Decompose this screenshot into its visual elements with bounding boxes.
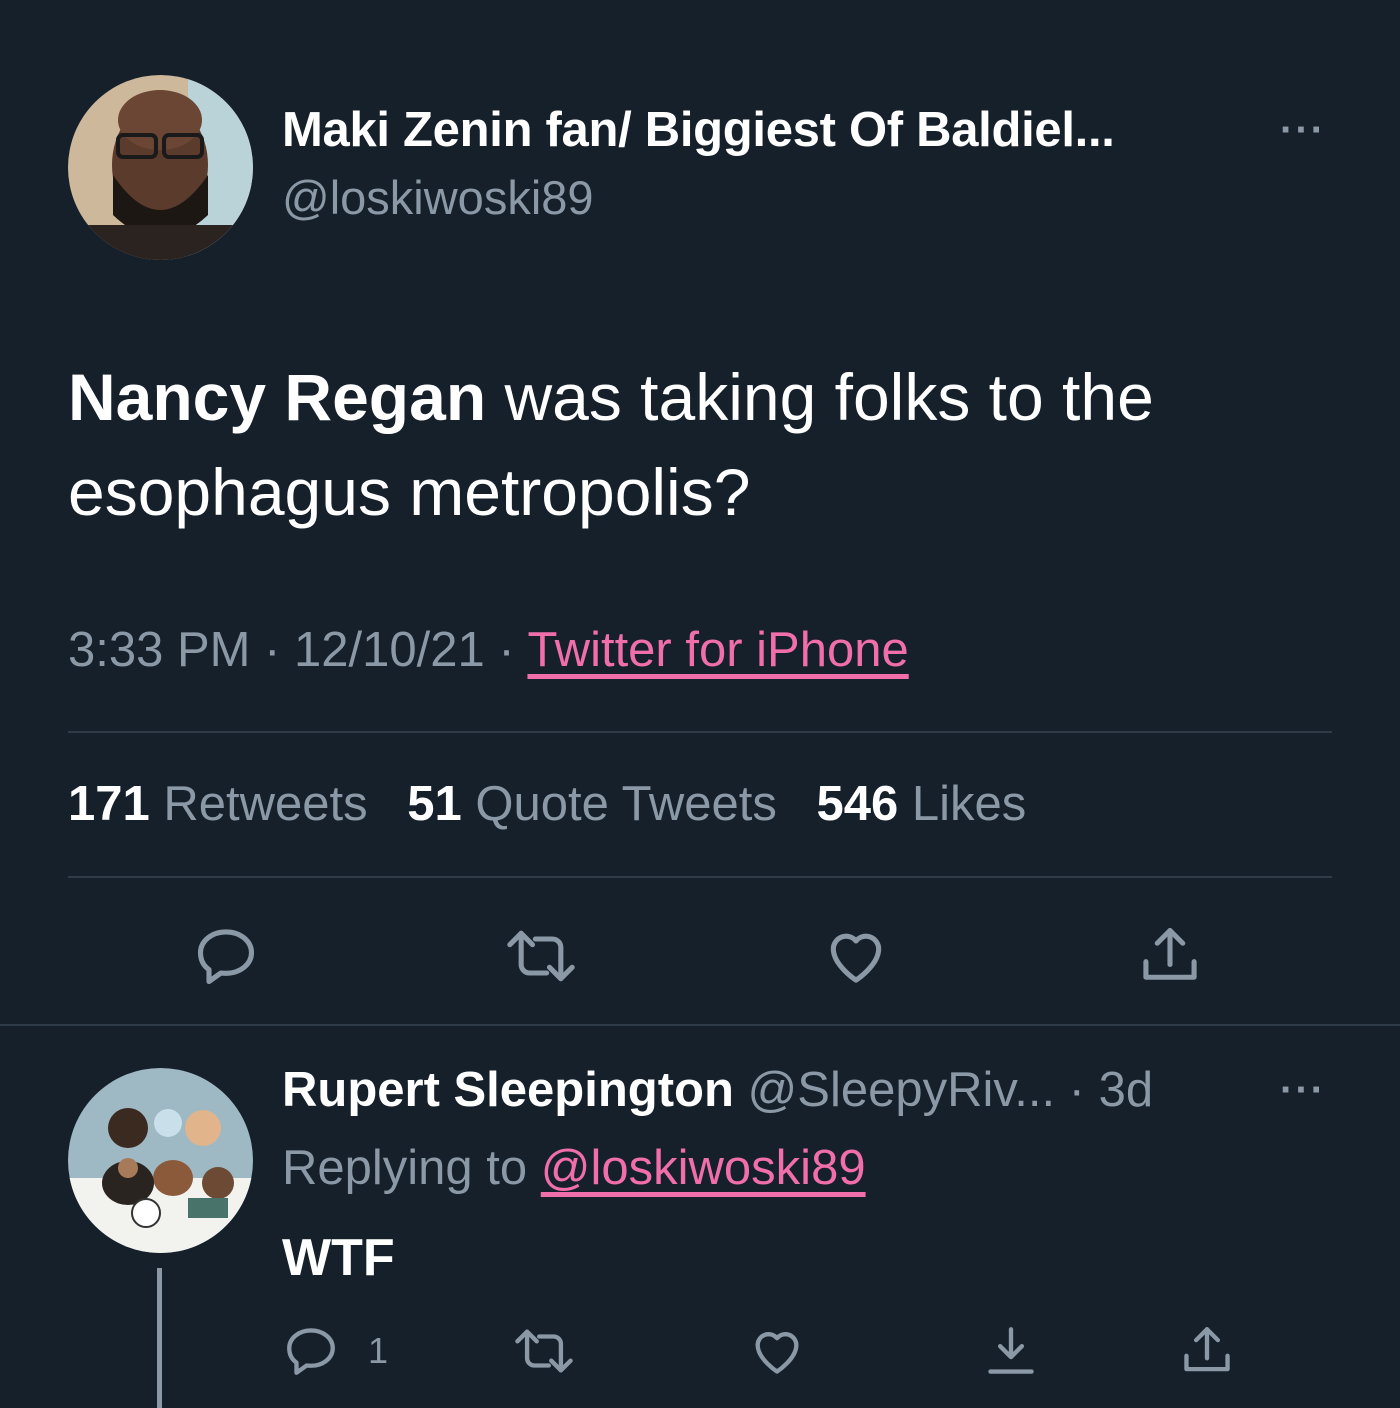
share-icon[interactable]: [1136, 922, 1204, 995]
reply-author-avatar[interactable]: [68, 1068, 253, 1253]
quote-tweets-stat[interactable]: 51 Quote Tweets: [407, 777, 777, 831]
divider: [68, 731, 1332, 733]
tweet-text-line2: esophagus metropolis?: [68, 455, 751, 529]
retweets-label: Retweets: [163, 777, 368, 831]
likes-count: 546: [816, 777, 899, 831]
tweet-text-line1: was taking folks to the: [486, 360, 1154, 434]
reply-author-name[interactable]: Rupert Sleepington: [282, 1063, 734, 1117]
download-icon[interactable]: [982, 1322, 1040, 1385]
likes-stat[interactable]: 546 Likes: [817, 777, 1027, 831]
meta-separator: ·: [1055, 1063, 1099, 1117]
more-icon[interactable]: ···: [1280, 1068, 1326, 1113]
tweet-text: Nancy Regan was taking folks to the esoph…: [68, 350, 1338, 540]
quote-tweets-label: Quote Tweets: [475, 777, 777, 831]
tweet-source-link[interactable]: Twitter for iPhone: [527, 623, 908, 677]
tweet-time[interactable]: 3:33 PM: [68, 623, 250, 677]
like-icon[interactable]: [748, 1322, 806, 1385]
tweet-date[interactable]: 12/10/21: [294, 623, 485, 677]
quote-tweets-count: 51: [407, 777, 462, 831]
tweet-metadata: 3:33 PM · 12/10/21 · Twitter for iPhone: [68, 622, 909, 678]
tweet-stats: 171 Retweets 51 Quote Tweets 546 Likes: [68, 776, 1052, 832]
reply-icon[interactable]: [282, 1322, 340, 1385]
reply-author-handle[interactable]: @SleepyRiv...: [748, 1063, 1056, 1117]
reply-icon[interactable]: [192, 922, 260, 995]
reply-header: Rupert Sleepington @SleepyRiv... · 3d: [282, 1062, 1153, 1118]
divider: [68, 876, 1332, 878]
author-avatar[interactable]: [68, 75, 253, 260]
reply-count: 1: [368, 1330, 389, 1371]
more-icon[interactable]: ···: [1280, 108, 1326, 153]
replying-to: Replying to @loskiwoski89: [282, 1140, 866, 1196]
retweets-stat[interactable]: 171 Retweets: [68, 777, 368, 831]
likes-label: Likes: [911, 777, 1027, 831]
share-icon[interactable]: [1178, 1322, 1236, 1385]
meta-separator: ·: [250, 623, 295, 677]
thread-line: [157, 1268, 162, 1408]
reply-text: WTF: [282, 1229, 395, 1287]
author-handle[interactable]: @loskiwoski89: [282, 170, 594, 225]
retweet-icon[interactable]: [512, 1322, 576, 1385]
like-icon[interactable]: [822, 922, 890, 995]
tweet-text-bold: Nancy Regan: [68, 360, 487, 434]
section-divider: [0, 1024, 1400, 1026]
author-display-name[interactable]: Maki Zenin fan/ Biggiest Of Baldiel...: [282, 102, 1115, 158]
reply-age[interactable]: 3d: [1099, 1063, 1154, 1117]
replying-to-handle[interactable]: @loskiwoski89: [541, 1141, 866, 1195]
retweets-count: 171: [68, 777, 150, 831]
retweet-icon[interactable]: [504, 922, 578, 995]
meta-separator: ·: [484, 623, 528, 677]
replying-to-label: Replying to: [282, 1141, 528, 1195]
